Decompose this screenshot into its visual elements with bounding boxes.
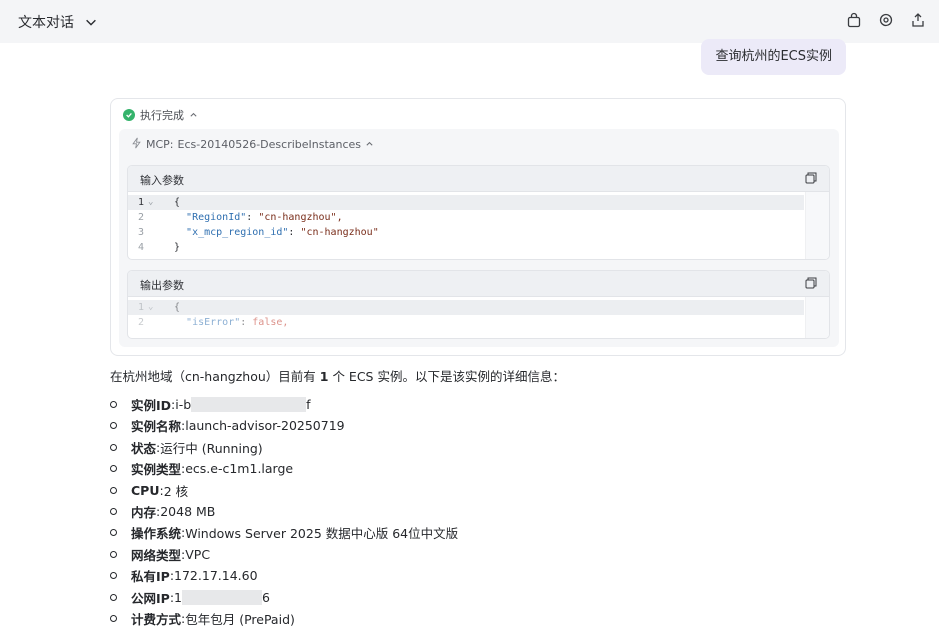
code-scrollbar[interactable] bbox=[805, 192, 829, 259]
user-message-bubble: 查询杭州的ECS实例 bbox=[701, 39, 846, 75]
settings-icon bbox=[879, 13, 893, 27]
code-line: 1 ⌄ { bbox=[128, 195, 829, 210]
chevron-up-icon bbox=[366, 141, 373, 146]
check-circle-icon bbox=[123, 109, 135, 121]
top-bar: 文本对话 bbox=[0, 0, 939, 43]
output-params-panel: 输出参数 1 ⌄ { 2 "isError": false, bbox=[127, 270, 830, 339]
input-params-panel: 输入参数 1 ⌄ { 2 "RegionId": "cn-hangzhou", … bbox=[127, 165, 830, 260]
copy-icon[interactable] bbox=[805, 172, 817, 184]
share-button[interactable] bbox=[909, 11, 927, 29]
settings-button[interactable] bbox=[877, 11, 895, 29]
code-line: 2 "isError": false, bbox=[138, 317, 289, 328]
conversation-mode-dropdown[interactable]: 文本对话 bbox=[18, 12, 98, 32]
bag-icon bbox=[847, 12, 861, 28]
code-line: 4 } bbox=[138, 242, 181, 253]
input-params-code[interactable]: 1 ⌄ { 2 "RegionId": "cn-hangzhou", 3 "x_… bbox=[128, 192, 829, 259]
execution-status-toggle[interactable]: 执行完成 bbox=[123, 107, 198, 123]
redaction-mask bbox=[191, 396, 307, 412]
list-item: 私有IP: 172.17.14.60 bbox=[110, 566, 258, 584]
list-item: 公网IP: 16 bbox=[110, 588, 270, 606]
list-item: 实例名称: launch-advisor-20250719 bbox=[110, 416, 345, 434]
lightning-icon bbox=[132, 137, 141, 149]
mcp-tool-toggle[interactable]: MCP: Ecs-20140526-DescribeInstances bbox=[131, 137, 374, 152]
list-item: 网络类型: VPC bbox=[110, 545, 210, 563]
redaction-mask bbox=[181, 589, 262, 605]
conversation-mode-label: 文本对话 bbox=[18, 15, 74, 31]
input-params-title: 输入参数 bbox=[140, 174, 184, 187]
list-item: CPU: 2 核 bbox=[110, 481, 188, 499]
copy-icon[interactable] bbox=[805, 277, 817, 289]
share-icon bbox=[912, 13, 924, 27]
mcp-tool-name: Ecs-20140526-DescribeInstances bbox=[177, 138, 362, 151]
code-line: 1 ⌄ { bbox=[128, 300, 829, 315]
list-item: 内存: 2048 MB bbox=[110, 502, 215, 520]
code-scrollbar[interactable] bbox=[805, 297, 829, 338]
execution-status-label: 执行完成 bbox=[140, 109, 184, 122]
code-line: 2 "RegionId": "cn-hangzhou", bbox=[138, 212, 343, 223]
mcp-call-box: MCP: Ecs-20140526-DescribeInstances 输入参数… bbox=[119, 129, 839, 347]
list-item: 操作系统: Windows Server 2025 数据中心版 64位中文版 bbox=[110, 523, 458, 541]
output-params-code[interactable]: 1 ⌄ { 2 "isError": false, bbox=[128, 297, 829, 338]
list-item: 实例ID: i-b f bbox=[110, 395, 311, 413]
bag-button[interactable] bbox=[845, 11, 863, 29]
list-item: 计费方式: 包年包月 (PrePaid) bbox=[110, 609, 295, 626]
chevron-up-icon bbox=[190, 112, 197, 117]
output-params-title: 输出参数 bbox=[140, 279, 184, 292]
chevron-down-icon bbox=[86, 19, 96, 26]
answer-intro: 在杭州地域（cn-hangzhou）目前有 1 个 ECS 实例。以下是该实例的… bbox=[110, 369, 565, 384]
mcp-prefix: MCP: bbox=[146, 138, 174, 151]
list-item: 实例类型: ecs.e-c1m1.large bbox=[110, 459, 293, 477]
execution-card: 执行完成 MCP: Ecs-20140526-DescribeInstances… bbox=[110, 98, 846, 356]
code-line: 3 "x_mcp_region_id": "cn-hangzhou" bbox=[138, 227, 379, 238]
list-item: 状态: 运行中 (Running) bbox=[110, 438, 263, 456]
